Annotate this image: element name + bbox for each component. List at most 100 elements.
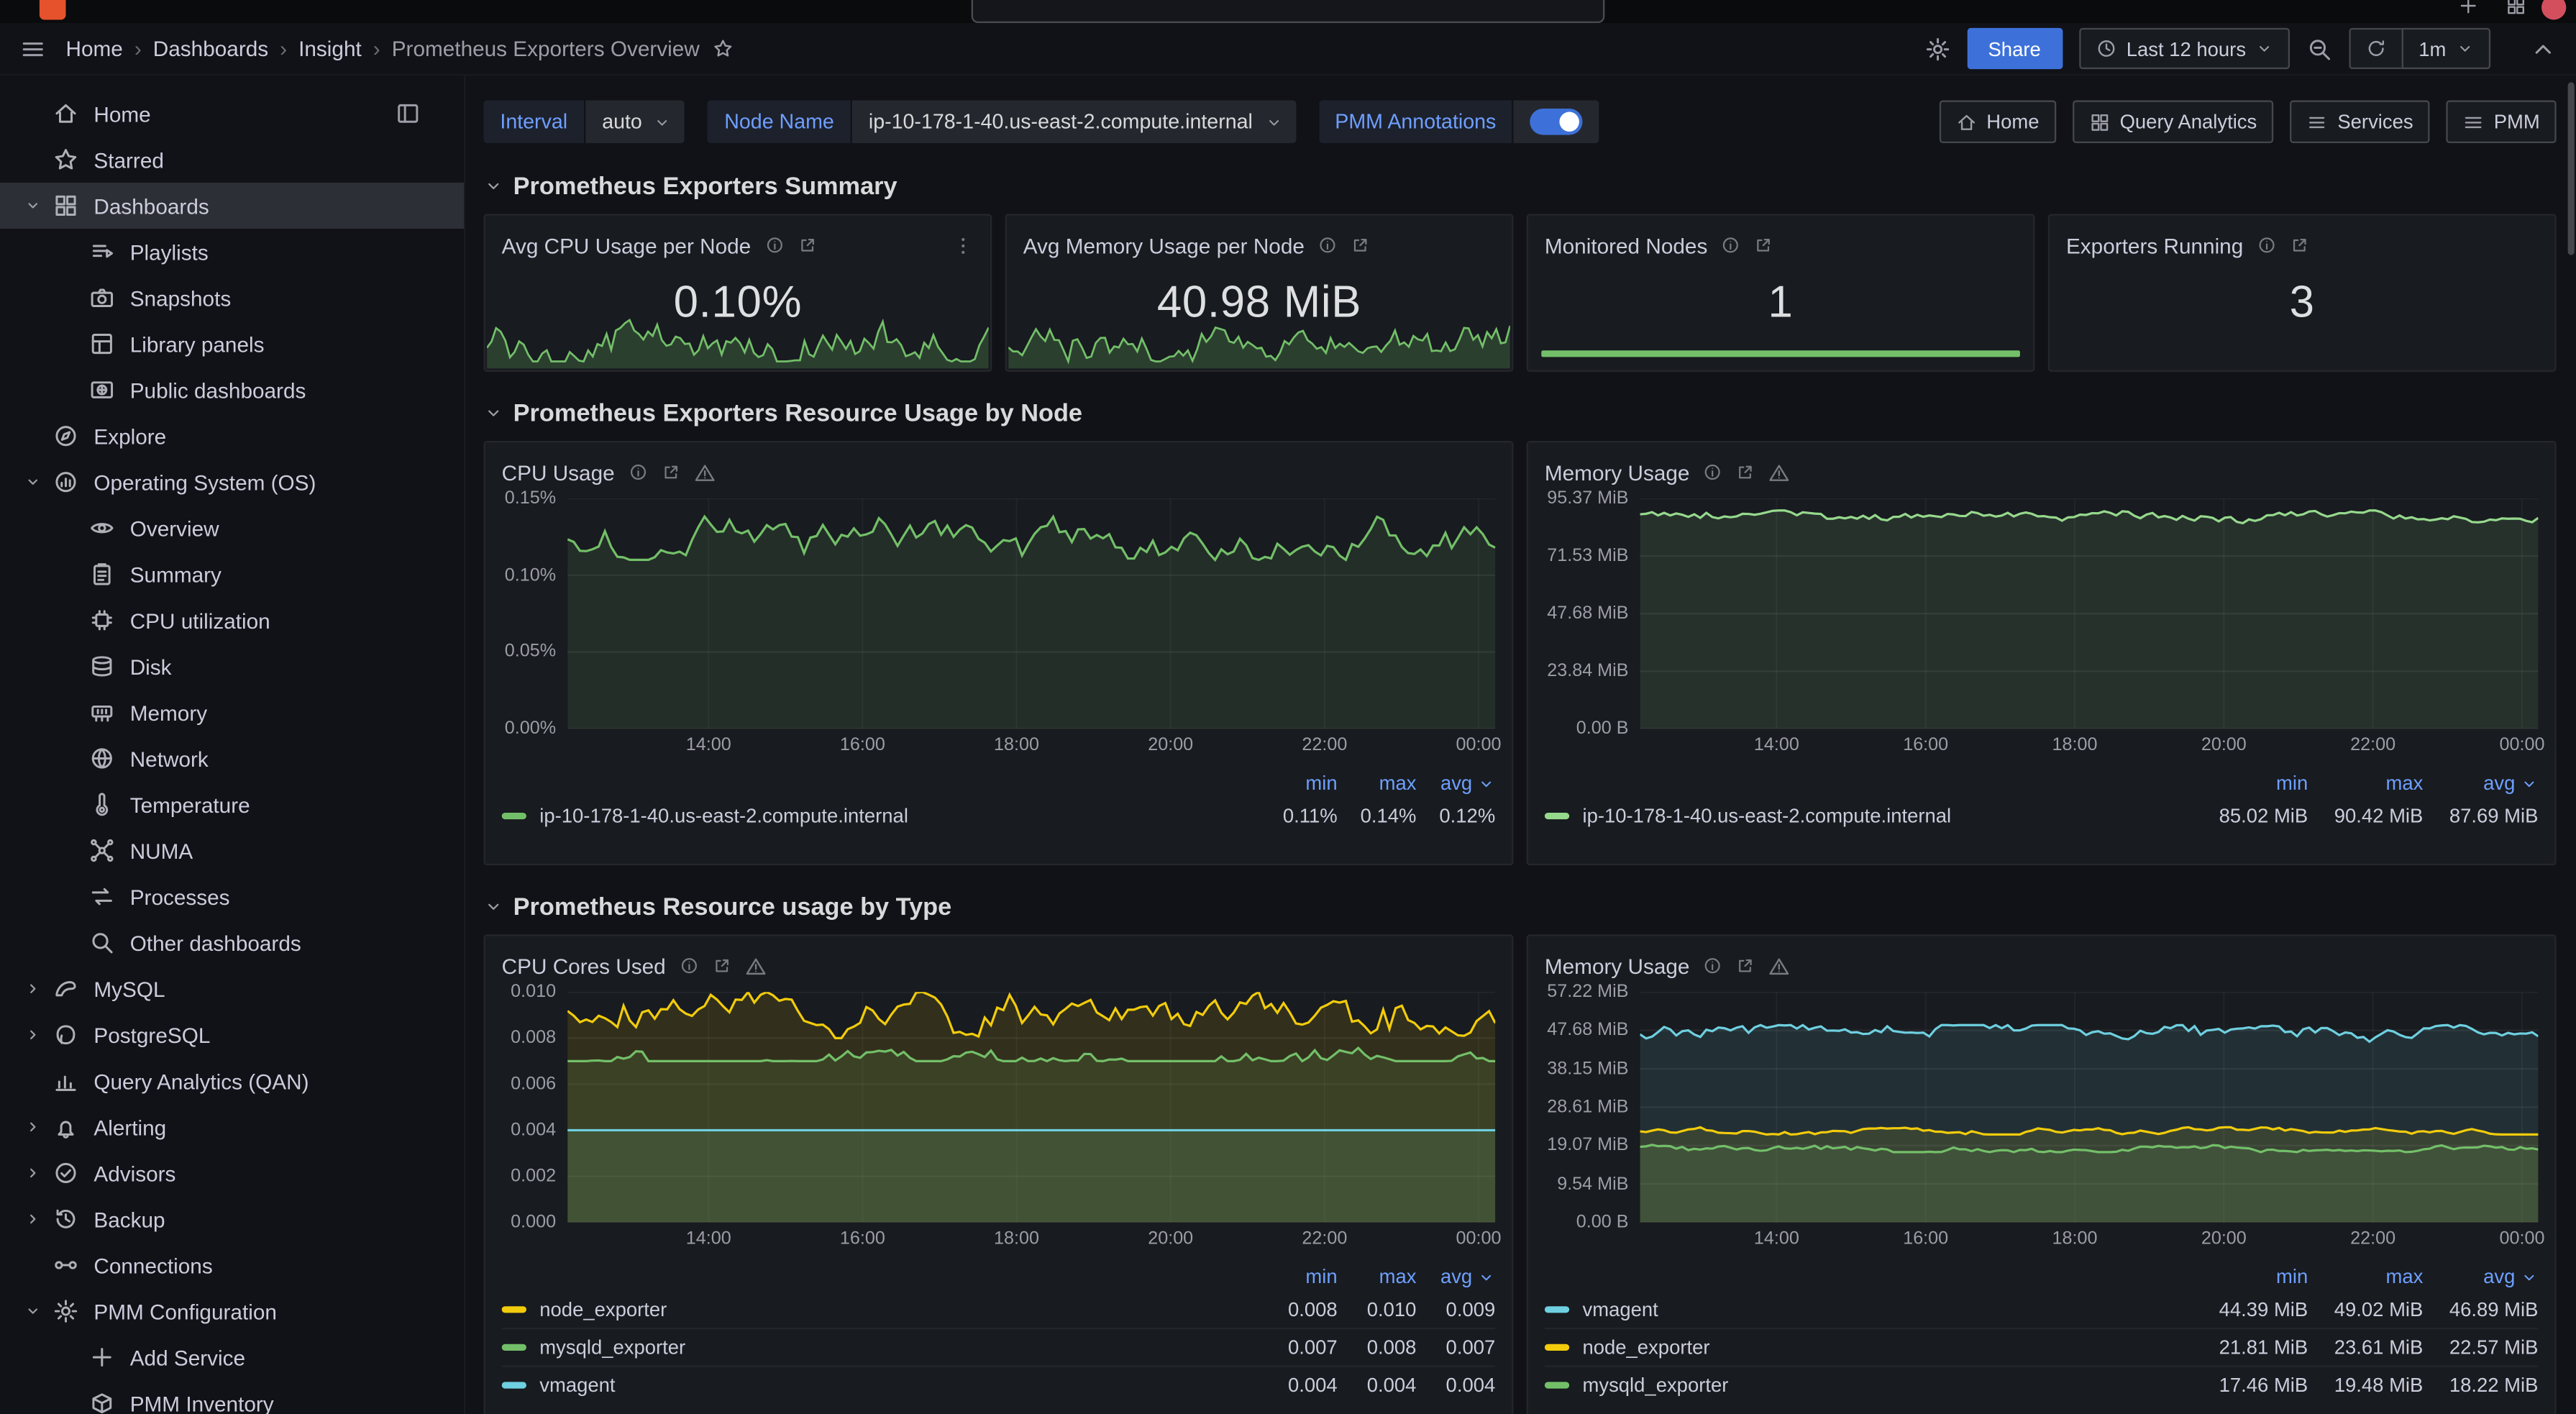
info-icon[interactable] [679, 956, 698, 975]
panel-title[interactable]: Avg Memory Usage per Node [1023, 233, 1305, 257]
sidebar-item-starred[interactable]: Starred [0, 137, 464, 183]
panel-title[interactable]: Memory Usage [1545, 954, 1690, 978]
section-header-by-type[interactable]: Prometheus Resource usage by Type [483, 888, 2556, 924]
info-icon[interactable] [1317, 235, 1337, 255]
sidebar-item-disk[interactable]: Disk [0, 643, 464, 689]
query-analytics-button[interactable]: Query Analytics [2072, 101, 2273, 143]
sidebar-item-public-dashboards[interactable]: Public dashboards [0, 367, 464, 413]
panel-title[interactable]: Memory Usage [1545, 460, 1690, 484]
panel-title[interactable]: Exporters Running [2066, 233, 2243, 257]
node-name-select[interactable]: ip-10-178-1-40.us-east-2.compute.interna… [852, 101, 1295, 143]
sidebar-item-alerting[interactable]: Alerting [0, 1104, 464, 1150]
chevright-icon[interactable] [23, 1117, 42, 1136]
sidebar-item-operating-system-os[interactable]: Operating System (OS) [0, 459, 464, 505]
chevright-icon[interactable] [23, 1163, 42, 1182]
panel-title[interactable]: Monitored Nodes [1545, 233, 1707, 257]
warning-icon[interactable] [1768, 462, 1790, 483]
breadcrumb-item-dashboards[interactable]: Dashboards [153, 36, 268, 60]
pmm-annotations-toggle[interactable] [1530, 109, 1583, 135]
zoom-out-icon[interactable] [2307, 35, 2334, 62]
info-icon[interactable] [628, 462, 647, 482]
refresh-interval-picker[interactable]: 1m [2402, 28, 2490, 69]
services-button[interactable]: Services [2290, 101, 2429, 143]
external-icon[interactable] [2289, 235, 2308, 255]
legend-series-vmagent[interactable]: vmagent [1545, 1298, 2193, 1321]
legend-column-min[interactable]: min [2193, 1265, 2308, 1288]
warning-icon[interactable] [745, 955, 767, 977]
sidebar-item-overview[interactable]: Overview [0, 505, 464, 551]
legend-series-mysqld-exporter[interactable]: mysqld_exporter [502, 1336, 1259, 1359]
sidebar-item-library-panels[interactable]: Library panels [0, 321, 464, 367]
external-icon[interactable] [1736, 956, 1755, 975]
info-icon[interactable] [2257, 235, 2276, 255]
external-icon[interactable] [712, 956, 731, 975]
sidebar-item-query-analytics-qan[interactable]: Query Analytics (QAN) [0, 1058, 464, 1104]
chevdown-icon[interactable] [23, 196, 42, 215]
legend-series-node-exporter[interactable]: node_exporter [502, 1298, 1259, 1321]
legend-column-min[interactable]: min [1259, 1265, 1338, 1288]
sidebar-item-memory[interactable]: Memory [0, 689, 464, 735]
panel-title[interactable]: CPU Usage [502, 460, 615, 484]
sidebar-item-postgresql[interactable]: PostgreSQL [0, 1012, 464, 1058]
legend-column-avg[interactable]: avg [2423, 772, 2538, 795]
breadcrumb-item-prometheus-exporters-overview[interactable]: Prometheus Exporters Overview [392, 36, 700, 60]
mega-menu-icon[interactable] [19, 35, 46, 62]
chart-plot-area[interactable] [1640, 992, 2539, 1222]
legend-series-vmagent[interactable]: vmagent [502, 1374, 1259, 1397]
breadcrumb-item-home[interactable]: Home [65, 36, 122, 60]
chevdown-icon[interactable] [23, 1301, 42, 1321]
sidebar-item-connections[interactable]: Connections [0, 1242, 464, 1288]
external-icon[interactable] [797, 235, 816, 255]
legend-column-min[interactable]: min [2193, 772, 2308, 795]
kiosk-toggle-icon[interactable] [2530, 35, 2557, 62]
sidebar-item-backup[interactable]: Backup [0, 1196, 464, 1242]
info-icon[interactable] [1703, 462, 1722, 482]
warning-icon[interactable] [693, 462, 715, 483]
info-icon[interactable] [1721, 235, 1740, 255]
sidebar-item-summary[interactable]: Summary [0, 551, 464, 597]
legend-column-avg[interactable]: avg [1416, 1265, 1495, 1288]
chevdown-icon[interactable] [23, 472, 42, 491]
favorite-star-icon[interactable] [713, 38, 734, 60]
legend-column-max[interactable]: max [2308, 772, 2423, 795]
sidebar-item-numa[interactable]: NUMA [0, 828, 464, 874]
legend-series-ip-10-178-1-40-us-east-2-compute-internal[interactable]: ip-10-178-1-40.us-east-2.compute.interna… [502, 805, 1259, 828]
sidebar-item-snapshots[interactable]: Snapshots [0, 275, 464, 321]
sidebar-item-pmm-configuration[interactable]: PMM Configuration [0, 1288, 464, 1334]
home-button[interactable]: Home [1939, 101, 2055, 143]
pmm-button[interactable]: PMM [2446, 101, 2556, 143]
sidebar-item-home[interactable]: Home [0, 91, 464, 137]
sidebar-item-network[interactable]: Network [0, 735, 464, 781]
sidebar-item-temperature[interactable]: Temperature [0, 782, 464, 828]
global-search-input[interactable] [972, 0, 1605, 23]
share-button[interactable]: Share [1967, 28, 2063, 69]
chart-plot-area[interactable] [567, 992, 1495, 1222]
sidebar-item-explore[interactable]: Explore [0, 413, 464, 459]
pmm-logo[interactable] [40, 0, 66, 19]
chart-plot-area[interactable] [567, 498, 1495, 729]
sidebar-item-cpu-utilization[interactable]: CPU utilization [0, 597, 464, 643]
sidebar-item-processes[interactable]: Processes [0, 874, 464, 920]
sidebar-item-dashboards[interactable]: Dashboards [0, 183, 464, 229]
legend-column-min[interactable]: min [1259, 772, 1338, 795]
warning-icon[interactable] [1768, 955, 1790, 977]
sidebar-item-add-service[interactable]: Add Service [0, 1334, 464, 1380]
kebab-icon[interactable] [952, 234, 974, 256]
chevright-icon[interactable] [23, 1209, 42, 1228]
chevright-icon[interactable] [23, 1025, 42, 1044]
legend-series-node-exporter[interactable]: node_exporter [1545, 1336, 2193, 1359]
info-icon[interactable] [1703, 956, 1722, 975]
info-icon[interactable] [764, 235, 784, 255]
legend-column-max[interactable]: max [1338, 772, 1417, 795]
external-icon[interactable] [1351, 235, 1370, 255]
dashboard-settings-icon[interactable] [1924, 35, 1950, 62]
new-icon[interactable] [2457, 0, 2479, 17]
sidebar-item-playlists[interactable]: Playlists [0, 229, 464, 275]
refresh-button[interactable] [2349, 28, 2402, 69]
external-icon[interactable] [661, 462, 680, 482]
legend-column-avg[interactable]: avg [2423, 1265, 2538, 1288]
user-avatar[interactable] [2541, 0, 2566, 19]
legend-column-max[interactable]: max [2308, 1265, 2423, 1288]
sidebar-item-advisors[interactable]: Advisors [0, 1150, 464, 1196]
legend-series-ip-10-178-1-40-us-east-2-compute-internal[interactable]: ip-10-178-1-40.us-east-2.compute.interna… [1545, 805, 2193, 828]
